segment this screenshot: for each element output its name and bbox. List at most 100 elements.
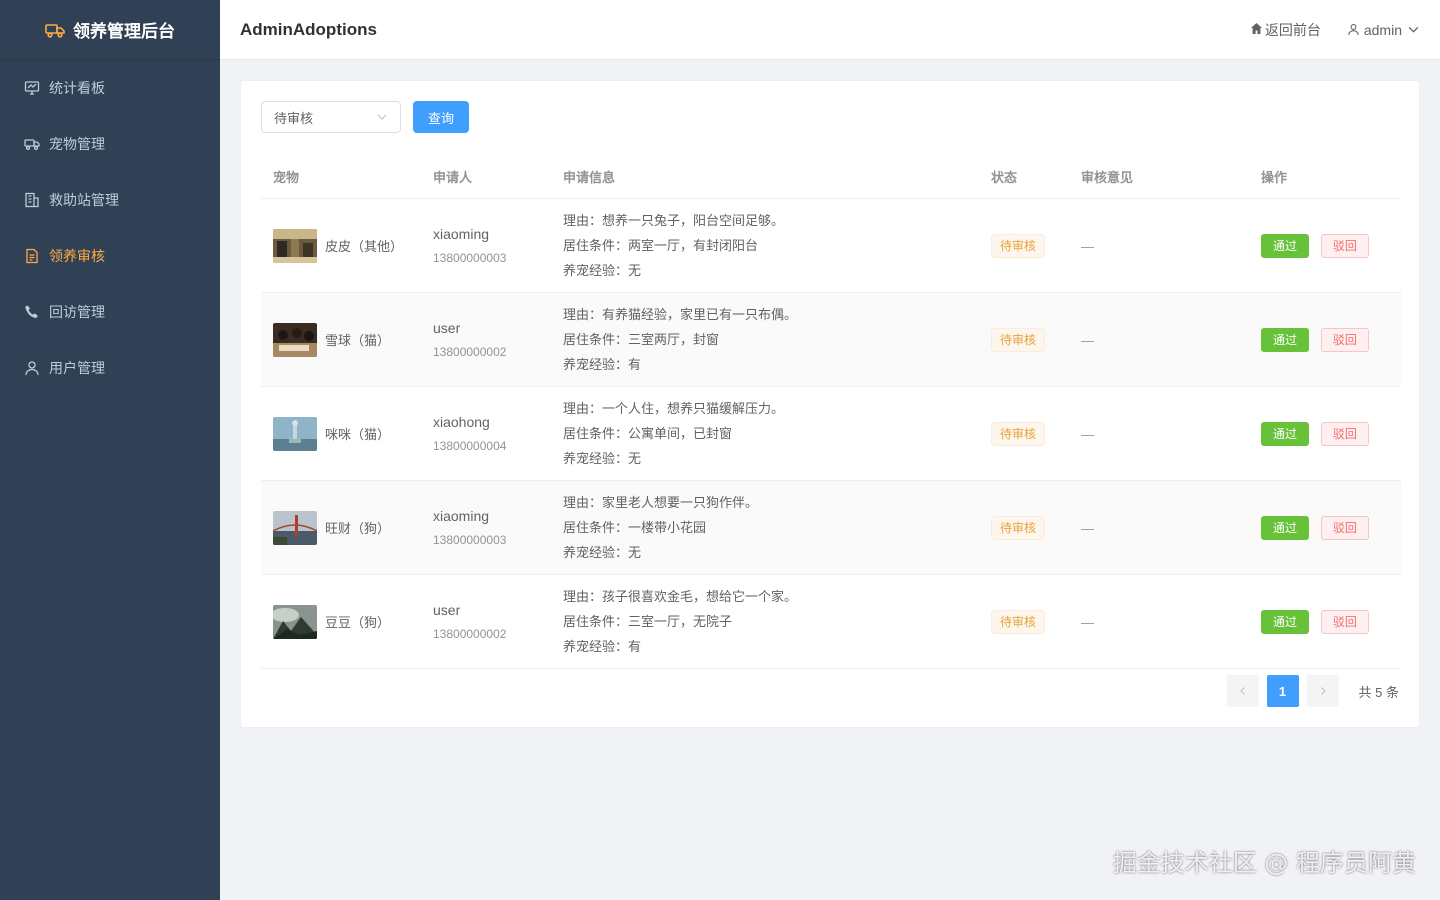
applicant-cell: user 13800000002 xyxy=(421,600,551,644)
user-icon xyxy=(1347,23,1360,36)
table-row: 咪咪（猫） xiaohong 13800000004 理由：一个人住，想养只猫缓… xyxy=(261,387,1401,481)
pet-name: 雪球（猫） xyxy=(325,333,391,348)
sidebar-item-pets[interactable]: 宠物管理 xyxy=(0,116,220,172)
chevron-left-icon xyxy=(1238,686,1248,696)
review-cell: — xyxy=(1069,332,1249,348)
pet-name: 豆豆（狗） xyxy=(325,615,391,630)
approve-button[interactable]: 通过 xyxy=(1261,515,1310,540)
pet-cell: 旺财（狗） xyxy=(261,510,421,545)
applicant-phone: 13800000002 xyxy=(433,344,507,359)
approve-button[interactable]: 通过 xyxy=(1261,327,1310,352)
reject-button[interactable]: 驳回 xyxy=(1320,327,1369,352)
chevron-right-icon xyxy=(1318,686,1328,696)
review-card: 待审核 查询 宠物 申请人 申请信息 状态 审核意见 操作 皮皮（其他） xia… xyxy=(240,80,1420,728)
review-comment: — xyxy=(1081,614,1094,630)
approve-button[interactable]: 通过 xyxy=(1261,233,1310,258)
applicant-phone: 13800000004 xyxy=(433,438,507,453)
applicant-phone: 13800000003 xyxy=(433,532,507,547)
status-cell: 待审核 xyxy=(979,233,1069,258)
info-living: 居住条件：两室一厅，有封闭阳台 xyxy=(563,238,759,253)
phone-icon xyxy=(24,304,40,320)
applicant-name: user xyxy=(433,601,461,618)
table-row: 皮皮（其他） xiaoming 13800000003 理由：想养一只兔子，阳台… xyxy=(261,199,1401,293)
info-living: 居住条件：三室两厅，封窗 xyxy=(563,332,720,347)
pagination: 1 共 5 条 xyxy=(1226,675,1399,707)
column-header-info: 申请信息 xyxy=(563,170,616,185)
info-living: 居住条件：公寓单间，已封窗 xyxy=(563,426,733,441)
column-header-review: 审核意见 xyxy=(1081,170,1134,185)
column-header-pet: 宠物 xyxy=(273,170,300,185)
chevron-down-icon xyxy=(376,111,388,123)
info-living: 居住条件：三室一厅，无院子 xyxy=(563,614,733,629)
info-reason: 理由：一个人住，想养只猫缓解压力。 xyxy=(563,401,785,416)
application-info-cell: 理由：一个人住，想养只猫缓解压力。 居住条件：公寓单间，已封窗 养宠经验：无 xyxy=(551,396,979,471)
reject-button[interactable]: 驳回 xyxy=(1320,609,1369,634)
approve-button[interactable]: 通过 xyxy=(1261,609,1310,634)
applicant-phone: 13800000003 xyxy=(433,250,507,265)
pet-cell: 咪咪（猫） xyxy=(261,416,421,451)
dashboard-icon xyxy=(24,80,40,96)
back-link-label: 返回前台 xyxy=(1264,21,1321,38)
chevron-down-icon xyxy=(1407,23,1420,36)
next-page-button[interactable] xyxy=(1306,675,1339,707)
status-cell: 待审核 xyxy=(979,515,1069,540)
status-badge: 待审核 xyxy=(991,421,1046,446)
reject-button[interactable]: 驳回 xyxy=(1320,515,1369,540)
pet-name: 旺财（狗） xyxy=(325,521,391,536)
pet-name: 皮皮（其他） xyxy=(325,239,404,254)
info-experience: 养宠经验：有 xyxy=(563,357,642,372)
pet-name: 咪咪（猫） xyxy=(325,427,391,442)
info-experience: 养宠经验：无 xyxy=(563,263,642,278)
review-cell: — xyxy=(1069,426,1249,442)
info-reason: 理由：有养猫经验，家里已有一只布偶。 xyxy=(563,307,798,322)
sidebar-item-users[interactable]: 用户管理 xyxy=(0,340,220,396)
reject-button[interactable]: 驳回 xyxy=(1320,233,1369,258)
pet-photo xyxy=(273,322,317,357)
brand: 领养管理后台 xyxy=(0,0,220,60)
applicant-name: xiaoming xyxy=(433,225,490,242)
application-info-cell: 理由：想养一只兔子，阳台空间足够。 居住条件：两室一厅，有封闭阳台 养宠经验：无 xyxy=(551,208,979,283)
review-cell: — xyxy=(1069,614,1249,630)
page-number-current[interactable]: 1 xyxy=(1266,675,1299,707)
info-reason: 理由：家里老人想要一只狗作伴。 xyxy=(563,495,759,510)
back-to-frontend-link[interactable]: 返回前台 xyxy=(1250,20,1321,40)
pet-photo xyxy=(273,228,317,263)
header-actions: 返回前台 admin xyxy=(1250,20,1420,40)
pet-cell: 皮皮（其他） xyxy=(261,228,421,263)
applicant-cell: user 13800000002 xyxy=(421,318,551,362)
approve-button[interactable]: 通过 xyxy=(1261,421,1310,446)
review-comment: — xyxy=(1081,332,1094,348)
pet-photo xyxy=(273,604,317,639)
document-icon xyxy=(24,248,40,264)
pagination-total: 共 5 条 xyxy=(1358,684,1399,700)
review-comment: — xyxy=(1081,520,1094,536)
sidebar-item-adoption-review[interactable]: 领养审核 xyxy=(0,228,220,284)
query-button[interactable]: 查询 xyxy=(413,101,470,133)
truck-icon xyxy=(45,22,65,38)
sidebar-item-shelters[interactable]: 救助站管理 xyxy=(0,172,220,228)
info-experience: 养宠经验：无 xyxy=(563,545,642,560)
prev-page-button[interactable] xyxy=(1226,675,1259,707)
table-row: 雪球（猫） user 13800000002 理由：有养猫经验，家里已有一只布偶… xyxy=(261,293,1401,387)
reject-button[interactable]: 驳回 xyxy=(1320,421,1369,446)
page-title: AdminAdoptions xyxy=(240,19,377,39)
building-icon xyxy=(24,192,40,208)
applicant-cell: xiaoming 13800000003 xyxy=(421,224,551,268)
pet-photo xyxy=(273,416,317,451)
info-experience: 养宠经验：有 xyxy=(563,639,642,654)
column-header-applicant: 申请人 xyxy=(433,170,473,185)
status-badge: 待审核 xyxy=(991,327,1046,352)
sidebar-item-followups[interactable]: 回访管理 xyxy=(0,284,220,340)
watermark: 掘金技术社区 @ 程序员阿黄 xyxy=(1112,849,1416,877)
user-dropdown[interactable]: admin xyxy=(1347,22,1420,38)
sidebar-item-dashboard[interactable]: 统计看板 xyxy=(0,60,220,116)
info-reason: 理由：想养一只兔子，阳台空间足够。 xyxy=(563,213,785,228)
review-comment: — xyxy=(1081,426,1094,442)
username: admin xyxy=(1363,21,1402,38)
truck-icon xyxy=(24,136,40,152)
status-select[interactable]: 待审核 xyxy=(261,101,401,133)
applicant-phone: 13800000002 xyxy=(433,626,507,641)
applicant-cell: xiaoming 13800000003 xyxy=(421,506,551,550)
sidebar-item-label: 统计看板 xyxy=(49,80,105,96)
sidebar-item-label: 回访管理 xyxy=(49,304,105,320)
